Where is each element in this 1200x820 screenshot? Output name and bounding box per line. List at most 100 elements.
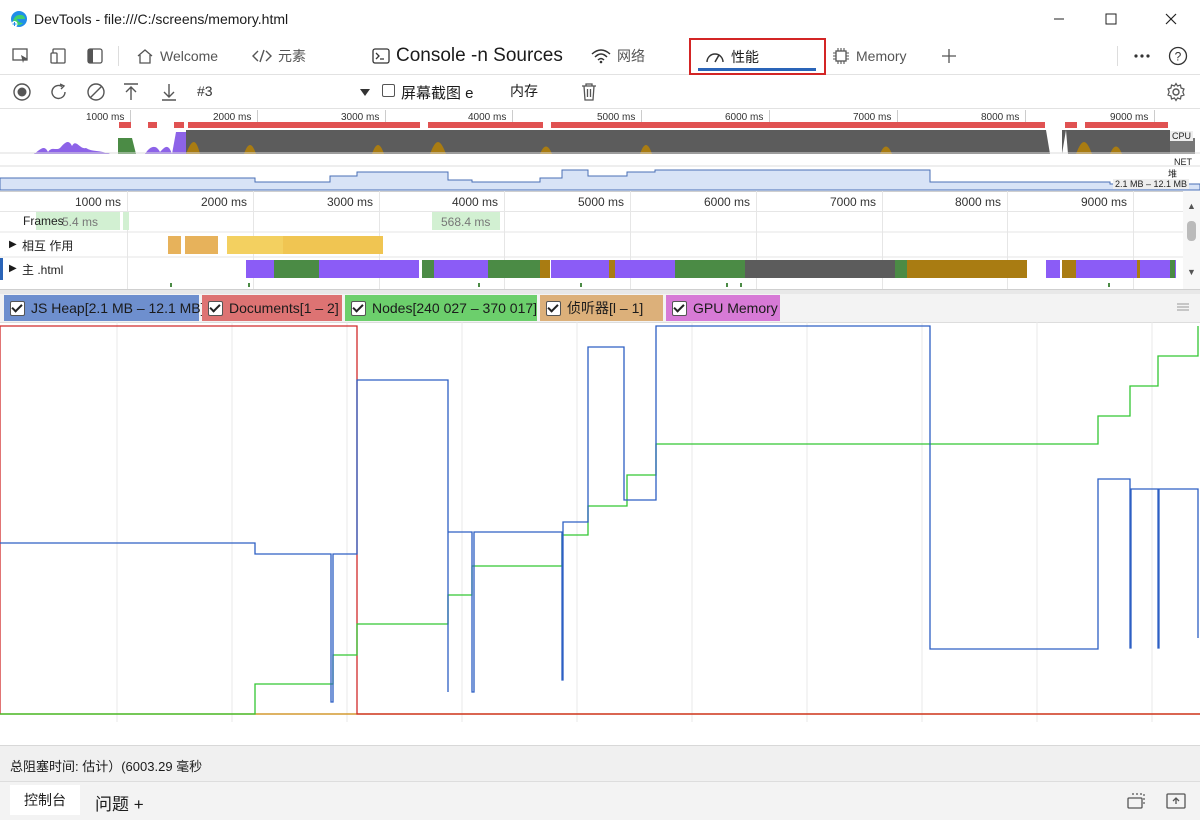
ruler-tick-label: 5000 ms — [578, 195, 625, 209]
title-bar: DevTools - file:///C:/screens/memory.htm… — [0, 0, 1200, 39]
svg-text:?: ? — [1175, 50, 1182, 64]
trash-icon[interactable] — [578, 81, 600, 103]
more-options-icon[interactable] — [1131, 46, 1153, 66]
gauge-icon — [706, 52, 724, 62]
legend-label: JS Heap[2.1 MB – 12.1 MB] — [31, 300, 205, 316]
tab-label: 网络 — [617, 48, 645, 64]
tab-label: 性能 — [731, 48, 759, 65]
window-title: DevTools - file:///C:/screens/memory.htm… — [34, 11, 289, 27]
frames-track-label[interactable]: Frames — [23, 214, 64, 228]
tab-console-sources[interactable]: Console -n Sources — [372, 38, 563, 74]
cpu-label: CPU — [1170, 131, 1194, 141]
tab-label: Welcome — [160, 48, 219, 64]
legend-documents[interactable]: Documents[1 – 2] — [202, 295, 342, 321]
tab-welcome[interactable]: Welcome — [136, 38, 218, 74]
code-icon — [252, 49, 272, 63]
edge-devtools-icon — [10, 10, 28, 28]
download-profile-icon[interactable] — [158, 81, 180, 103]
tab-network[interactable]: 网络 — [591, 38, 645, 74]
memory-counters-chart[interactable] — [0, 322, 1200, 722]
timeline-tracks: Frames 5.4 ms 568.4 ms ▶ 相互 作用 ▶ 主 .html — [0, 211, 1183, 289]
help-icon[interactable]: ? — [1167, 46, 1189, 66]
gpu-memory-checkbox[interactable] — [672, 300, 687, 316]
legend-label: Nodes[240 027 – 370 017] — [372, 300, 538, 316]
minimize-button[interactable] — [1036, 0, 1082, 38]
tab-elements[interactable]: 元素 — [252, 38, 306, 74]
divider — [118, 46, 119, 66]
expand-drawer-icon[interactable] — [1166, 792, 1186, 813]
settings-gear-icon[interactable] — [1165, 81, 1187, 103]
wifi-icon — [591, 49, 611, 64]
ruler-tick-label: 7000 ms — [830, 195, 877, 209]
upload-profile-icon[interactable] — [120, 81, 142, 103]
expand-triangle-icon[interactable]: ▶ — [9, 263, 17, 274]
divider — [1117, 46, 1118, 66]
tracks-scrollbar[interactable]: ▲ ▼ — [1183, 191, 1200, 289]
dock-drawer-icon[interactable] — [1126, 792, 1146, 813]
legend-nodes[interactable]: Nodes[240 027 – 370 017] — [345, 295, 537, 321]
reload-record-icon[interactable] — [48, 81, 70, 103]
scroll-down-icon[interactable]: ▼ — [1187, 267, 1196, 277]
legend-label: GPU Memory — [693, 300, 778, 316]
js-heap-line — [0, 325, 1199, 703]
legend-js-heap[interactable]: JS Heap[2.1 MB – 12.1 MB] — [4, 295, 205, 321]
home-icon — [137, 49, 153, 64]
active-tab-indicator — [698, 68, 816, 71]
net-label: NET — [1174, 157, 1192, 167]
chart-gridlines — [116, 322, 1153, 722]
ruler-tick-label: 3000 ms — [327, 195, 374, 209]
devtools-tab-bar: Welcome 元素 Console -n Sources 网络 性能 Memo… — [0, 38, 1200, 75]
drawer-tab-issues[interactable]: 问题 + — [95, 790, 144, 815]
console-icon — [372, 48, 390, 64]
js-heap-checkbox[interactable] — [10, 300, 25, 316]
overview-graphs — [0, 122, 1200, 191]
toggle-sidebar-icon[interactable] — [84, 46, 106, 66]
ruler-tick-label: 4000 ms — [452, 195, 499, 209]
chevron-down-icon[interactable] — [360, 85, 370, 100]
screenshots-label: 屏幕截图 e — [401, 85, 474, 102]
close-button[interactable] — [1148, 0, 1194, 38]
device-emulation-icon[interactable] — [48, 46, 70, 66]
listeners-checkbox[interactable] — [546, 300, 561, 316]
heap-range-label: 2.1 MB – 12.1 MB — [1113, 179, 1190, 189]
frame-time-label: 568.4 ms — [441, 215, 491, 229]
ruler-tick-label: 2000 ms — [201, 195, 248, 209]
screenshots-checkbox[interactable] — [382, 84, 395, 97]
tab-label: Console -n Sources — [396, 45, 563, 66]
clear-icon[interactable] — [85, 81, 107, 103]
tab-memory[interactable]: Memory — [832, 38, 907, 74]
interactions-track-label[interactable]: 相互 作用 — [22, 237, 73, 254]
timeline-overview[interactable]: 1000 ms 2000 ms 3000 ms 4000 ms 5000 ms 6000 … — [0, 108, 1200, 192]
timeline-ruler: 1000 ms 2000 ms 3000 ms 4000 ms 5000 ms 6000 … — [0, 191, 1183, 289]
tab-label: 元素 — [278, 48, 306, 64]
main-track-label[interactable]: 主 .html — [22, 261, 63, 278]
ruler-tick-label: 1000 ms — [75, 195, 122, 209]
frame-time-label: 5.4 ms — [62, 215, 99, 229]
ruler-tick-label: 9000 ms — [1081, 195, 1128, 209]
memory-checkbox-label[interactable]: 内存 — [503, 80, 545, 102]
add-tab-icon[interactable] — [938, 46, 960, 66]
expand-triangle-icon[interactable]: ▶ — [9, 239, 17, 250]
tab-label: Memory — [856, 48, 907, 64]
total-blocking-time: 总阻塞时间: 估计）(6003.29 毫秒 — [10, 759, 203, 774]
documents-line — [0, 325, 1200, 715]
nodes-line — [0, 326, 1199, 715]
legend-listeners[interactable]: 侦听器[l – 1] — [540, 295, 663, 321]
legend-gpu-memory[interactable]: GPU Memory — [666, 295, 780, 321]
scroll-thumb[interactable] — [1187, 221, 1196, 241]
ruler-tick-label: 8000 ms — [955, 195, 1002, 209]
documents-checkbox[interactable] — [208, 300, 223, 316]
performance-toolbar: #3 屏幕截图 e 内存 — [0, 75, 1200, 109]
nodes-checkbox[interactable] — [351, 300, 366, 316]
inspect-element-icon[interactable] — [10, 46, 32, 66]
tracks-graphics — [0, 212, 1183, 287]
recording-selector[interactable]: #3 — [197, 83, 213, 99]
drawer-tab-console[interactable]: 控制台 — [10, 785, 80, 815]
drag-handle-icon[interactable] — [1177, 300, 1189, 315]
scroll-up-icon[interactable]: ▲ — [1187, 201, 1196, 211]
bottom-drawer: 控制台 问题 + — [0, 781, 1200, 820]
memory-counters-legend: JS Heap[2.1 MB – 12.1 MB] Documents[1 – … — [0, 294, 1200, 323]
legend-label: 侦听器[l – 1] — [567, 300, 644, 316]
record-icon[interactable] — [11, 81, 33, 103]
maximize-button[interactable] — [1088, 0, 1134, 38]
